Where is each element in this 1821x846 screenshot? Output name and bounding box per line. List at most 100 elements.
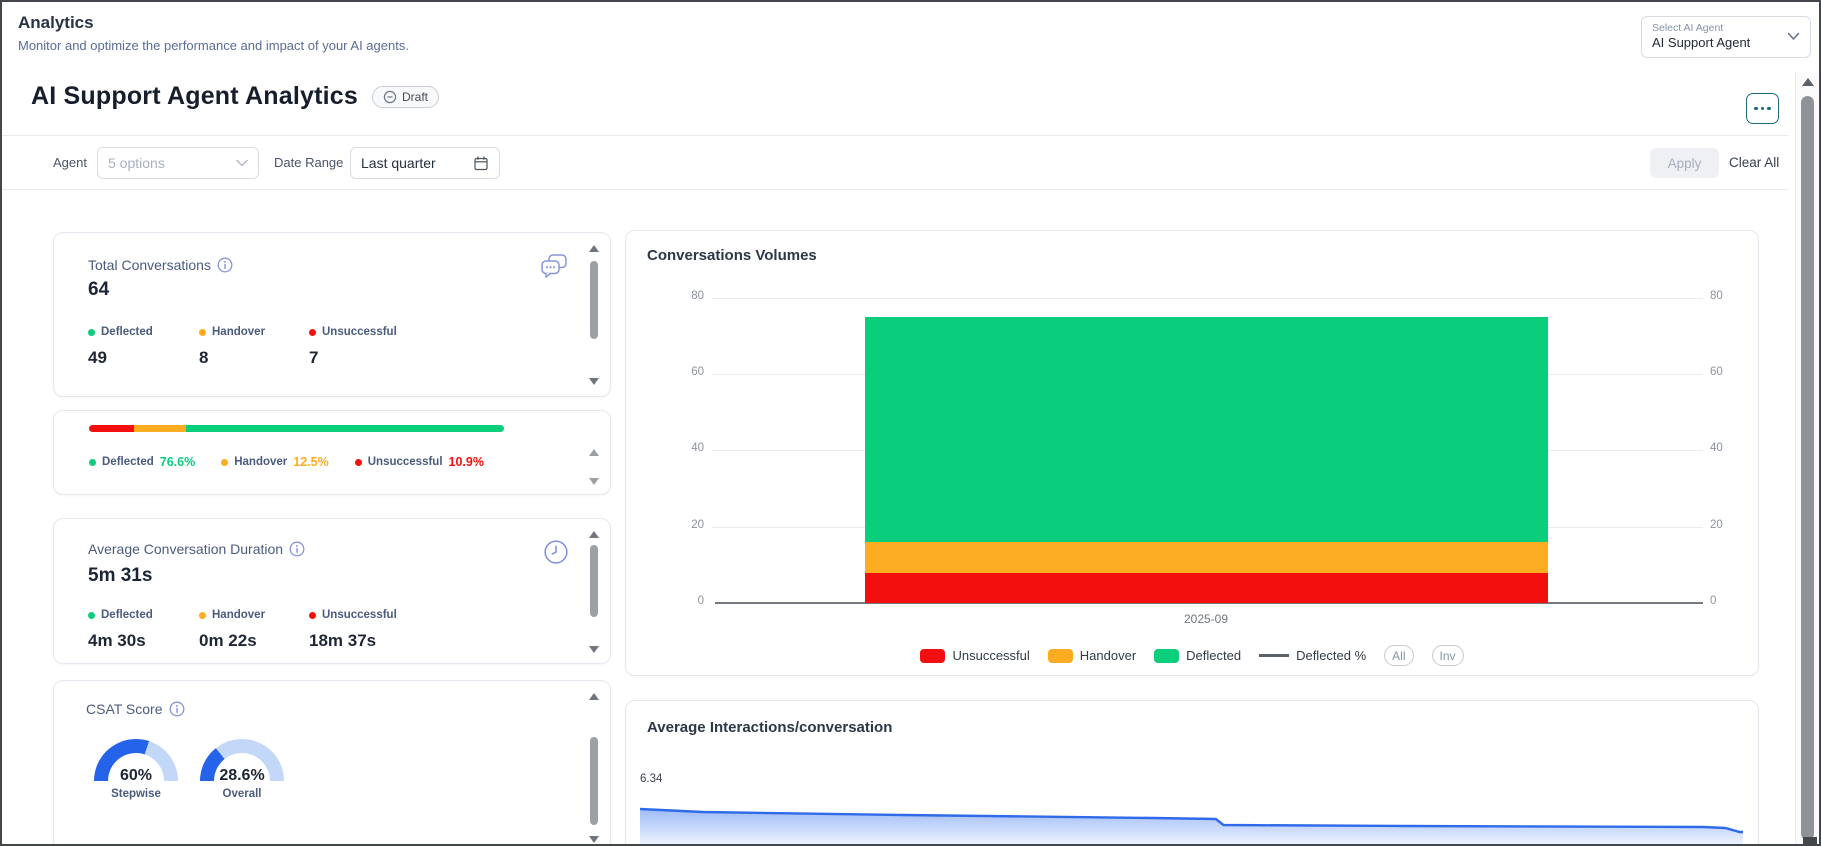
stacked-bar [865,298,1548,603]
info-icon[interactable] [169,701,185,717]
scrollbar-thumb[interactable] [590,545,598,617]
card-scrollbar[interactable] [588,245,600,385]
legend-item-deflected[interactable]: Deflected [1154,648,1241,663]
card-scrollbar[interactable] [588,693,600,843]
y-axis-tick: 20 [691,519,704,531]
deflected-dot [88,611,95,619]
legend-toggle-inv[interactable]: Inv [1431,645,1464,666]
more-options-button[interactable] [1746,93,1779,124]
handover-label: Handover [212,609,266,621]
clear-all-button[interactable]: Clear All [1729,155,1779,170]
unsuccessful-value: 7 [309,348,319,367]
apply-button[interactable]: Apply [1650,148,1719,178]
info-icon[interactable] [289,541,305,557]
y2-axis-tick: 40 [1710,442,1723,454]
scroll-up-arrow[interactable] [589,693,599,700]
interactions-area-chart [640,799,1743,844]
bar-segment-unsuccessful [89,425,135,432]
window-corner [1803,837,1817,844]
legend-swatch [920,648,946,663]
scroll-up-arrow[interactable] [589,449,599,456]
bar-segment-handover [865,542,1548,573]
legend-swatch [1154,648,1180,663]
legend-toggle-all[interactable]: All [1384,645,1414,666]
bar-segment-unsuccessful [865,572,1548,603]
card-scrollbar[interactable] [588,449,600,485]
y2-axis-tick: 20 [1710,519,1723,531]
scroll-down-arrow[interactable] [589,478,599,485]
legend-label: Deflected % [1296,648,1367,663]
date-range-field[interactable]: Last quarter [350,147,500,179]
conversations-volumes-card: Conversations Volumes 80 60 40 20 0 80 6… [625,230,1759,676]
scrollbar-thumb[interactable] [590,737,598,825]
deflected-duration: 4m 30s [88,631,146,650]
avg-interactions-card: Average Interactions/conversation 6.34 [625,700,1759,844]
legend-item-deflected-pct[interactable]: Deflected % [1259,648,1366,663]
handover-duration: 0m 22s [199,631,257,650]
deflected-value: 49 [88,348,107,367]
percentage-stacked-bar [89,425,504,432]
bar-segment-deflected [865,317,1548,542]
csat-score-card: CSAT Score 60% Stepwise 28.6% Overall [53,680,611,844]
handover-dot [199,328,206,336]
y2-axis-tick: 60 [1710,366,1723,378]
y2-axis-tick: 0 [1710,595,1717,607]
window-scrollbar[interactable] [1795,72,1819,844]
status-badge: Draft [371,85,439,108]
y-axis-tick: 40 [691,442,704,454]
handover-dot [199,611,206,619]
calendar-icon [474,156,488,171]
scroll-down-arrow[interactable] [589,646,599,653]
handover-label: Handover [234,456,288,468]
scroll-up-arrow[interactable] [589,531,599,538]
clock-icon [544,540,568,564]
avg-duration-value: 5m 31s [88,565,153,586]
scrollbar-thumb[interactable] [1801,96,1814,840]
stepwise-gauge: 60% Stepwise [84,739,188,800]
select-ai-agent-dropdown[interactable]: Select AI Agent AI Support Agent [1641,16,1811,58]
y2-axis-tick: 80 [1710,290,1723,302]
y-axis-tick: 0 [697,595,704,607]
divider [2,189,1788,190]
overall-gauge: 28.6% Overall [190,739,294,800]
handover-label: Handover [212,326,266,338]
legend-label: Handover [1079,648,1137,663]
divider [2,135,1788,136]
date-range-label: Date Range [274,155,344,170]
legend-item-unsuccessful[interactable]: Unsuccessful [920,648,1030,663]
card-scrollbar[interactable] [588,531,600,653]
chart-legend: Unsuccessful Handover Deflected Deflecte… [626,645,1758,666]
analytics-window: Analytics Monitor and optimize the perfo… [0,0,1821,846]
status-badge-label: Draft [401,89,428,104]
y-axis-tick: 60 [691,366,704,378]
conversation-percentages-card: Deflected 76.6% Handover 12.5% Unsuccess… [53,410,611,495]
scrollbar-thumb[interactable] [590,261,598,339]
handover-dot [221,458,229,466]
total-conversations-value: 64 [88,279,110,300]
handover-value: 8 [199,348,209,367]
legend-label: Unsuccessful [952,648,1030,663]
unsuccessful-dot [309,611,316,619]
legend-line-swatch [1259,654,1290,657]
scroll-up-arrow[interactable] [589,245,599,252]
page-header-subtitle: Monitor and optimize the performance and… [18,38,409,53]
agent-filter-label: Agent [53,155,87,170]
overall-gauge-value: 28.6% [219,767,265,781]
scroll-down-arrow[interactable] [589,836,599,843]
chevron-down-icon [236,159,248,167]
scroll-down-arrow[interactable] [589,378,599,385]
unsuccessful-duration: 18m 37s [309,631,377,650]
legend-item-handover[interactable]: Handover [1047,648,1137,663]
page-header-title: Analytics [18,13,94,32]
agent-filter-select[interactable]: 5 options [97,147,259,179]
scroll-up-arrow[interactable] [1801,78,1814,86]
legend-swatch [1047,648,1073,663]
unsuccessful-dot [354,458,362,466]
chevron-down-icon [1787,32,1800,40]
legend-label: Deflected [1186,648,1242,663]
deflected-label: Deflected [102,456,154,468]
select-ai-agent-label: Select AI Agent [1652,22,1724,34]
info-icon[interactable] [217,257,233,273]
total-conversations-title: Total Conversations [88,257,211,273]
csat-title: CSAT Score [86,701,163,717]
